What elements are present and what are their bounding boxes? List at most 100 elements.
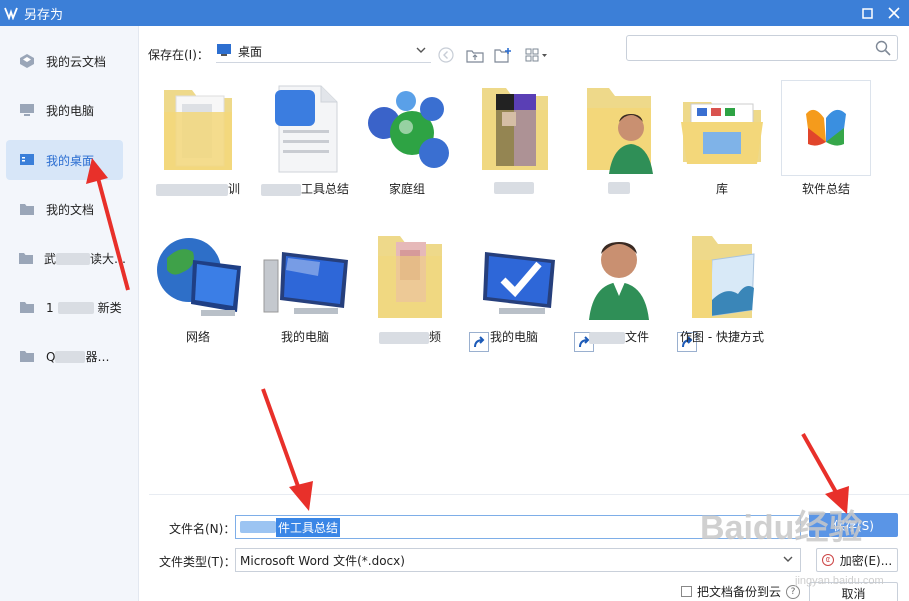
file-item[interactable]: 频	[357, 224, 463, 354]
file-item[interactable]: 库	[669, 76, 775, 206]
back-button[interactable]	[437, 46, 455, 64]
desktop-icon	[216, 43, 232, 60]
picture-folder-icon	[677, 228, 767, 324]
file-name: 网络	[185, 330, 210, 344]
blurred-text	[494, 181, 534, 194]
sidebar-item-folder-3[interactable]: Q 器…	[6, 336, 123, 376]
file-name: 库	[715, 182, 728, 196]
encrypt-label: 加密(E)...	[839, 553, 893, 568]
blurred-text	[588, 331, 625, 344]
sidebar-item-label: 我的桌面	[46, 153, 95, 168]
sidebar-item-label: Q 器…	[46, 349, 110, 364]
filetype-value: Microsoft Word 文件(*.docx)	[240, 553, 405, 568]
computer-check-icon	[469, 228, 559, 324]
chevron-down-icon	[415, 44, 427, 59]
user-icon	[574, 228, 664, 324]
library-icon	[677, 80, 767, 176]
blurred-text	[55, 351, 86, 363]
file-name: 文件	[624, 330, 649, 344]
backup-to-cloud-checkbox[interactable]: 把文档备份到云 ?	[681, 583, 801, 600]
office-file-icon	[781, 80, 871, 176]
computer-icon	[260, 228, 350, 324]
sidebar: 我的云文档 我的电脑 我的桌面 我的文档 武读大… 1 新类 Q 器…	[0, 26, 139, 601]
save-in-label: 保存在(I)：	[148, 48, 209, 62]
file-item[interactable]: 我的电脑	[461, 224, 567, 354]
watermark-url: jingyan.baidu.com	[795, 575, 884, 587]
blurred-text	[57, 302, 94, 314]
file-item[interactable]: 我的电脑	[252, 224, 358, 354]
user-folder-icon	[574, 80, 664, 176]
folder-picture-icon	[365, 228, 455, 324]
title-bar: 另存为	[0, 0, 909, 26]
sidebar-item-label: 我的文档	[46, 202, 95, 217]
location-value: 桌面	[238, 45, 263, 59]
file-item[interactable]: 家庭组	[354, 76, 460, 206]
sidebar-item-my-desktop[interactable]: 我的桌面	[6, 140, 123, 180]
computer-icon	[18, 101, 36, 119]
file-item[interactable]: 文件	[566, 224, 672, 354]
filename-label: 文件名(N)：	[169, 522, 236, 536]
checkbox-label: 把文档备份到云	[697, 585, 782, 599]
filetype-label: 文件类型(T)：	[159, 555, 236, 569]
checkbox-box[interactable]	[681, 586, 692, 597]
folder-icon	[18, 200, 36, 218]
folder-picture-icon	[469, 80, 559, 176]
location-toolbar: 保存在(I)： 桌面	[139, 26, 909, 74]
cloud-doc-icon	[18, 52, 36, 70]
folder-icon	[18, 249, 34, 267]
file-name: 我的电脑	[280, 330, 329, 344]
encrypt-button[interactable]: ₢ 加密(E)...	[816, 548, 898, 572]
blurred-text	[240, 521, 276, 533]
file-name: 家庭组	[388, 182, 425, 196]
sidebar-item-label: 我的云文档	[46, 54, 107, 69]
sidebar-item-my-computer[interactable]: 我的电脑	[6, 90, 123, 130]
window-title: 另存为	[24, 7, 64, 23]
shield-icon: ₢	[821, 554, 834, 566]
blurred-text	[155, 183, 228, 196]
file-name: 训	[227, 182, 240, 196]
file-item[interactable]: 训	[145, 76, 251, 206]
file-item[interactable]: 软件总结	[773, 76, 879, 206]
new-folder-button[interactable]	[494, 46, 512, 64]
file-item[interactable]: 工具总结	[252, 76, 358, 206]
sidebar-item-cloud-docs[interactable]: 我的云文档	[6, 41, 123, 81]
blurred-text	[260, 183, 301, 196]
file-grid: 训 工具总结 家庭组 库 软件总结 网络 我的电脑 频 我的电脑 文件 作图 -…	[139, 74, 909, 494]
blurred-text	[56, 253, 91, 265]
word-doc-icon	[260, 80, 350, 176]
homegroup-icon	[362, 80, 452, 176]
sidebar-item-label: 我的电脑	[46, 103, 95, 118]
desktop-icon	[18, 151, 36, 169]
view-mode-button[interactable]	[524, 46, 554, 64]
location-dropdown[interactable]: 桌面	[216, 41, 431, 63]
up-folder-button[interactable]	[466, 46, 484, 64]
blurred-text	[608, 181, 630, 194]
file-name: 软件总结	[801, 182, 850, 196]
sidebar-item-label: 武读大…	[44, 251, 127, 266]
folder-doc-icon	[153, 80, 243, 176]
file-name: 工具总结	[300, 182, 349, 196]
chevron-down-icon	[782, 553, 794, 568]
file-item[interactable]: 作图 - 快捷方式	[669, 224, 775, 354]
network-icon	[153, 228, 243, 324]
file-name: 作图 - 快捷方式	[680, 330, 764, 344]
maximize-button[interactable]	[852, 0, 882, 26]
sidebar-item-folder-1[interactable]: 武读大…	[6, 238, 127, 278]
sidebar-item-my-documents[interactable]: 我的文档	[6, 189, 123, 229]
file-item[interactable]: 网络	[145, 224, 251, 354]
folder-icon	[18, 347, 36, 365]
blurred-text	[378, 331, 429, 344]
filename-value: 件工具总结	[276, 517, 341, 537]
file-name: 我的电脑	[489, 330, 538, 344]
sidebar-item-folder-2[interactable]: 1 新类	[6, 287, 123, 327]
folder-icon	[18, 298, 36, 316]
file-name: 频	[428, 330, 441, 344]
sidebar-item-label: 1 新类	[46, 300, 122, 315]
file-item[interactable]	[566, 76, 672, 206]
search-icon	[875, 40, 891, 59]
file-item[interactable]	[461, 76, 567, 206]
watermark-logo: Baidu经验	[700, 509, 863, 547]
filetype-select[interactable]: Microsoft Word 文件(*.docx)	[235, 548, 801, 572]
search-input[interactable]	[626, 35, 898, 61]
close-button[interactable]	[879, 0, 909, 26]
